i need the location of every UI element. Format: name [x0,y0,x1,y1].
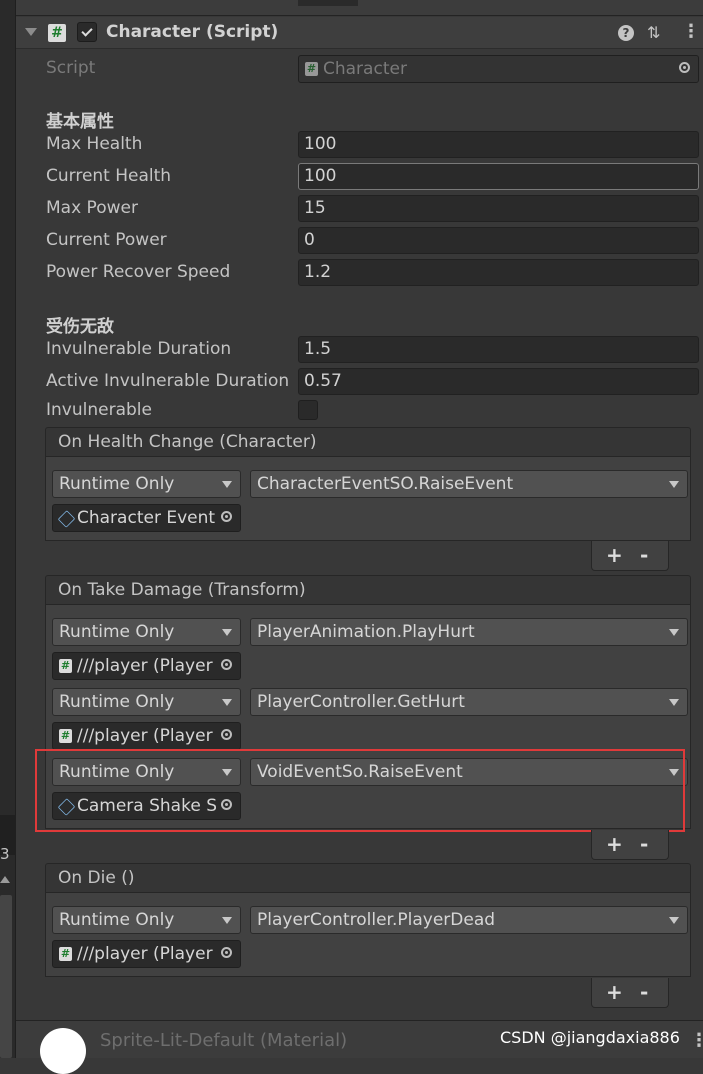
kebab-menu-icon[interactable]: ⋮ [682,23,700,41]
target-object-value: ///player (Player [77,656,213,676]
component-title: Character (Script) [106,22,279,42]
dropdown-arrow-icon [222,481,232,488]
runtime-mode-dropdown[interactable]: Runtime Only [52,618,241,646]
script-icon: # [59,729,72,743]
preset-sliders-icon[interactable]: ⇅ [647,25,660,41]
material-title: Sprite-Lit-Default (Material) [100,1030,348,1051]
list-add-remove-buttons: + - [591,830,669,860]
dropdown-arrow-icon [222,629,232,636]
function-value: PlayerController.GetHurt [257,692,465,712]
runtime-mode-dropdown[interactable]: Runtime Only [52,470,241,498]
function-value: PlayerAnimation.PlayHurt [257,622,475,642]
function-dropdown[interactable]: PlayerController.PlayerDead [250,906,688,934]
target-object-value: ///player (Player [77,944,213,964]
invuln-duration-field[interactable]: 1.5 [298,336,699,363]
object-picker-icon[interactable] [216,941,240,967]
target-object-value: ///player (Player [77,726,213,746]
target-object-value: Character Event [77,508,216,528]
script-icon: # [59,947,72,961]
add-listener-button[interactable]: + [606,541,623,569]
invulnerable-label: Invulnerable [46,400,152,420]
script-label: Script [46,58,96,78]
runtime-mode-dropdown[interactable]: Runtime Only [52,906,241,934]
event-header-take-damage: On Take Damage (Transform) [45,575,691,605]
section-heading-basic: 基本属性 [46,112,114,132]
material-preview-icon [40,1028,86,1074]
event-header-health-change: On Health Change (Character) [45,427,691,457]
foldout-arrow-icon[interactable] [25,28,37,36]
function-dropdown[interactable]: CharacterEventSO.RaiseEvent [250,470,688,498]
object-picker-icon[interactable] [216,723,240,749]
active-invuln-duration-label: Active Invulnerable Duration [46,371,290,391]
runtime-mode-value: Runtime Only [59,622,175,642]
remove-listener-button[interactable]: - [640,541,648,569]
target-object-field[interactable]: # ///player (Player [52,652,241,680]
script-field: # Character [298,55,699,83]
script-icon: # [59,659,72,673]
add-listener-button[interactable]: + [606,978,623,1006]
remove-listener-button[interactable]: - [640,830,648,858]
max-health-label: Max Health [46,134,143,154]
help-icon[interactable]: ? [618,25,634,41]
dropdown-arrow-icon [669,699,679,706]
dropdown-arrow-icon [222,917,232,924]
current-health-field[interactable]: 100 [298,163,699,190]
object-picker-icon[interactable] [216,505,240,531]
dropdown-arrow-icon [669,629,679,636]
current-power-label: Current Power [46,230,167,250]
watermark-text: CSDN @jiangdaxia886 [500,1028,680,1047]
scroll-up-arrow-icon[interactable] [0,876,10,883]
power-recover-field[interactable]: 1.2 [298,259,699,286]
dropdown-arrow-icon [669,917,679,924]
dropdown-arrow-icon [222,699,232,706]
left-scrollbar[interactable] [0,895,12,1058]
event-header-die: On Die () [45,863,691,893]
list-add-remove-buttons: + - [591,541,669,571]
invuln-duration-label: Invulnerable Duration [46,339,232,359]
function-value: CharacterEventSO.RaiseEvent [257,474,514,494]
power-recover-label: Power Recover Speed [46,262,231,282]
function-value: PlayerController.PlayerDead [257,910,496,930]
current-power-field[interactable]: 0 [298,227,699,254]
scriptable-object-icon [57,510,76,528]
list-add-remove-buttons: + - [591,978,669,1008]
runtime-mode-value: Runtime Only [59,692,175,712]
section-heading-invulnerable: 受伤无敌 [46,317,114,337]
invulnerable-checkbox[interactable] [298,400,318,420]
dropdown-arrow-icon [669,481,679,488]
runtime-mode-value: Runtime Only [59,474,175,494]
function-dropdown[interactable]: PlayerAnimation.PlayHurt [250,618,688,646]
remove-listener-button[interactable]: - [640,978,648,1006]
previous-component-field [298,0,358,6]
runtime-mode-value: Runtime Only [59,910,175,930]
script-icon: # [48,24,66,42]
object-picker-icon [674,56,698,82]
script-icon: # [305,62,318,76]
highlight-annotation-box [35,749,685,832]
script-value: Character [323,59,407,79]
target-object-field[interactable]: # ///player (Player [52,722,241,750]
object-picker-icon[interactable] [216,653,240,679]
max-health-field[interactable]: 100 [298,131,699,158]
max-power-field[interactable]: 15 [298,195,699,222]
max-power-label: Max Power [46,198,138,218]
current-health-label: Current Health [46,166,172,186]
target-object-field[interactable]: Character Event [52,504,241,532]
active-invuln-duration-field[interactable]: 0.57 [298,368,699,395]
left-panel-number: 3 [0,845,10,863]
kebab-menu-icon[interactable]: ⋮ [690,1030,703,1051]
previous-component-edge [16,0,703,16]
runtime-mode-dropdown[interactable]: Runtime Only [52,688,241,716]
target-object-field[interactable]: # ///player (Player [52,940,241,968]
function-dropdown[interactable]: PlayerController.GetHurt [250,688,688,716]
add-listener-button[interactable]: + [606,830,623,858]
